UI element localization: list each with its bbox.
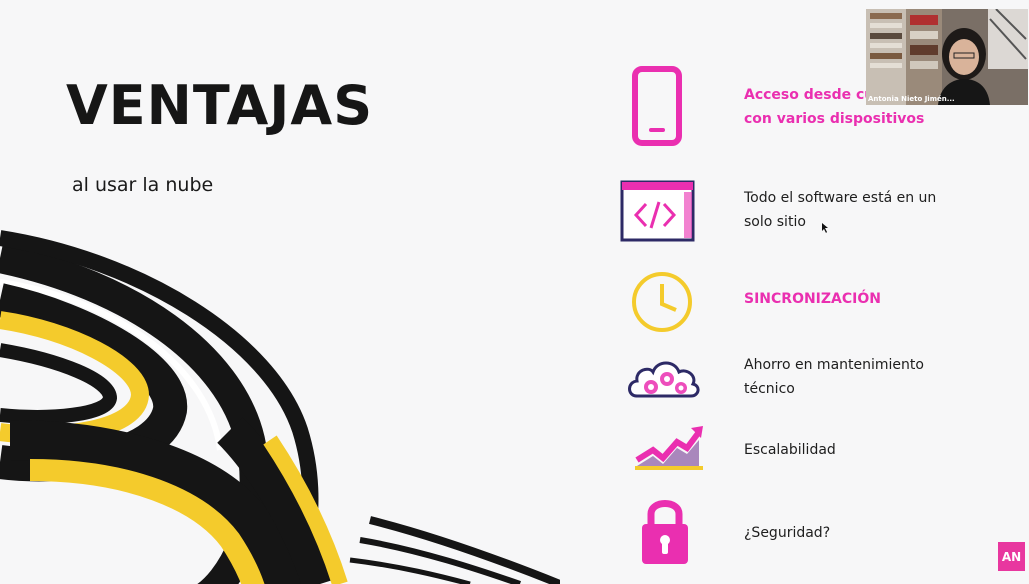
benefit-text-software: Todo el software está en un solo sitio [744,186,984,234]
benefit-line: solo sitio [744,214,806,230]
slide-title: VENTAJAS [66,74,374,137]
participant-name: Antonia Nieto Jimén... [868,95,955,103]
padlock-icon [642,500,688,564]
code-window-icon [620,180,695,242]
clock-icon [632,272,692,332]
benefit-text-scalability: Escalabilidad [744,438,984,462]
benefit-text-security: ¿Seguridad? [744,521,984,545]
benefit-line: Escalabilidad [744,442,836,458]
benefit-line: SINCRONIZACIÓN [744,291,881,307]
webcam-thumbnail[interactable]: Antonia Nieto Jimén... [866,9,1028,105]
benefit-line: con varios dispositivos [744,111,925,127]
slide-subtitle: al usar la nube [72,174,214,196]
benefit-line: técnico [744,381,795,397]
mouse-cursor-icon [822,223,828,233]
benefit-line: ¿Seguridad? [744,525,831,541]
benefit-line: Ahorro en mantenimiento [744,357,924,373]
growth-chart-icon [635,426,703,470]
benefit-text-sync: SINCRONIZACIÓN [744,287,984,311]
presenter-initials-badge: AN [998,542,1025,571]
cloud-gears-icon [628,361,700,398]
smartphone-icon [632,66,682,146]
participant-video [866,9,1028,105]
benefit-text-maintenance: Ahorro en mantenimiento técnico [744,353,984,401]
benefit-line: Todo el software está en un [744,190,937,206]
